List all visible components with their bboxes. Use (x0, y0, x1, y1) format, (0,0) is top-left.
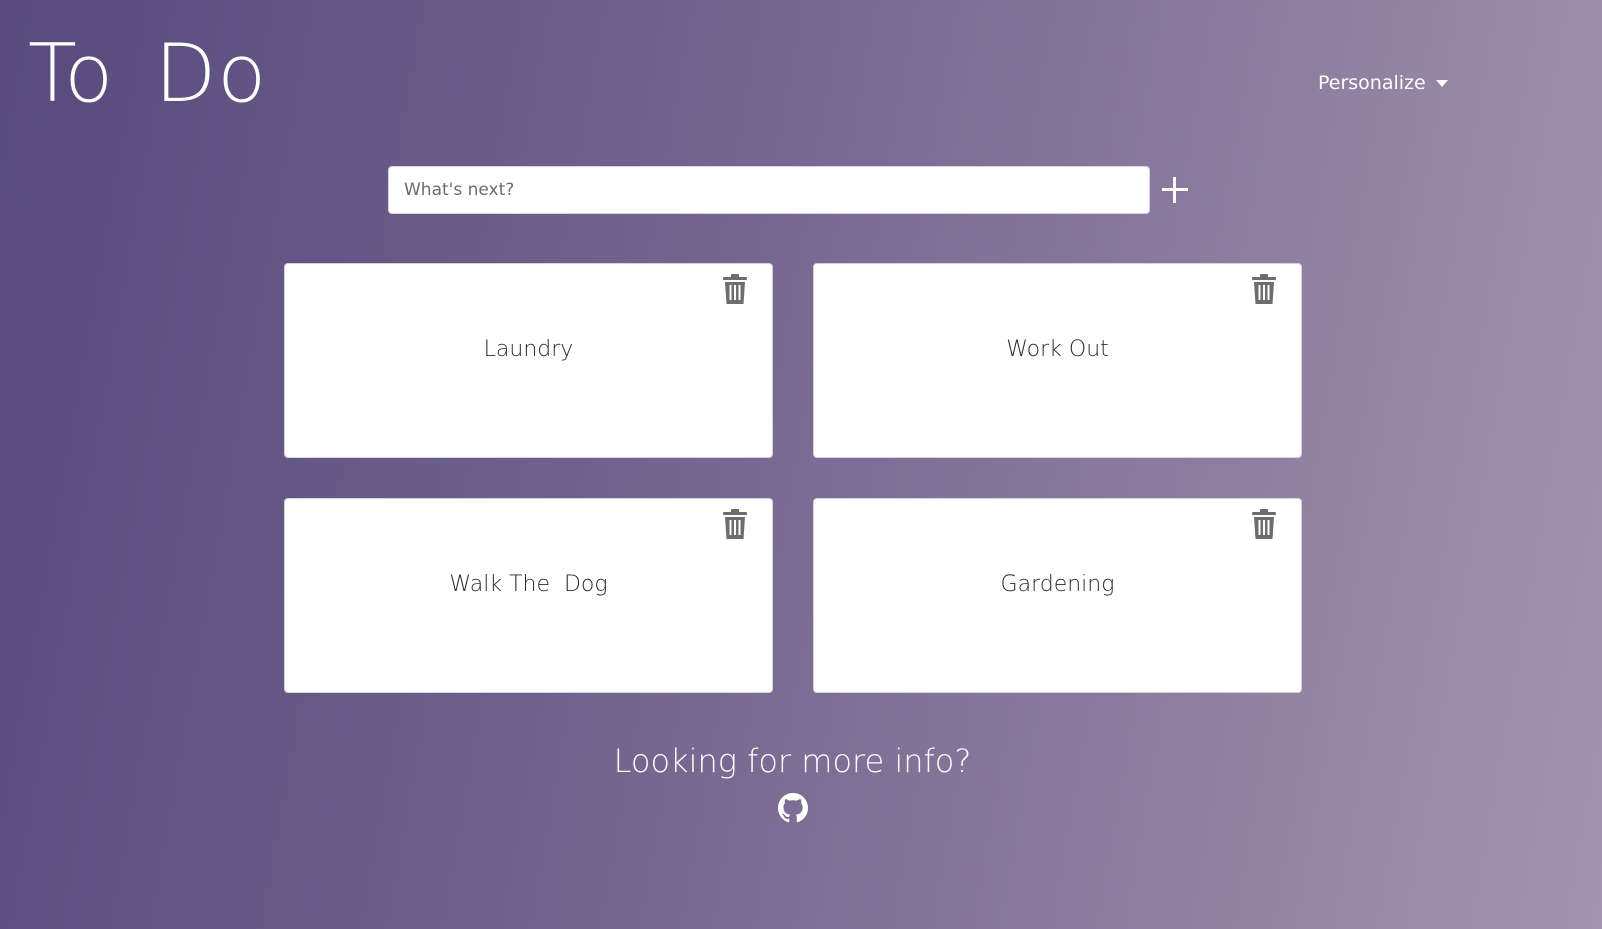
new-task-input[interactable] (388, 166, 1150, 214)
task-card: Gardening (813, 498, 1302, 693)
task-label: Work Out (1006, 337, 1109, 362)
chevron-down-icon (1435, 79, 1448, 87)
personalize-dropdown[interactable]: Personalize (1318, 72, 1448, 94)
page-title: To Do (28, 27, 268, 120)
footer-heading: Looking for more info? (613, 742, 972, 780)
github-icon[interactable] (778, 793, 808, 823)
task-label: Gardening (1000, 572, 1115, 597)
task-grid: Laundry Work Out Walk The Dog Gardening (284, 263, 1302, 693)
task-card: Laundry (284, 263, 773, 458)
plus-icon[interactable] (1160, 175, 1190, 205)
trash-icon[interactable] (1252, 274, 1276, 304)
task-card: Work Out (813, 263, 1302, 458)
task-label: Laundry (483, 337, 574, 362)
new-task-form (388, 166, 1190, 214)
task-card: Walk The Dog (284, 498, 773, 693)
trash-icon[interactable] (723, 509, 747, 539)
personalize-label: Personalize (1318, 72, 1426, 94)
task-label: Walk The Dog (449, 572, 608, 597)
trash-icon[interactable] (1252, 509, 1276, 539)
trash-icon[interactable] (723, 274, 747, 304)
